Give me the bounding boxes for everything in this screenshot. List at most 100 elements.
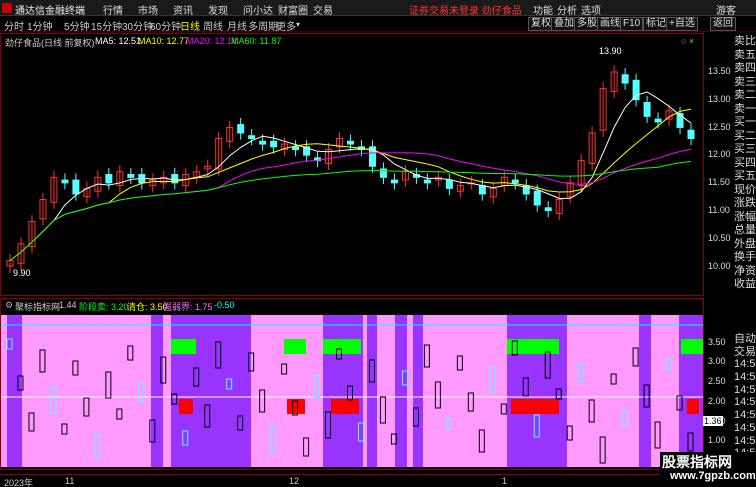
candle-body [632, 79, 640, 101]
quote-field-label: 净资 [734, 264, 756, 277]
candle-body [445, 179, 453, 189]
period-more[interactable]: 更多 [276, 18, 296, 33]
candle-body [687, 129, 695, 140]
price-axis-label: 10.00 [708, 261, 731, 271]
price-chart[interactable]: 劲仔食品(日线 前复权) MA5: 12.51 MA10: 12.77 MA20… [0, 33, 704, 296]
trade-log-entry: 交易 [734, 345, 756, 358]
period-15min[interactable]: 15分钟 [91, 18, 122, 33]
high-price-mark: 13.90 [599, 46, 622, 56]
trade-log-entry: 自动 [734, 333, 756, 345]
quote-field-label: 收益 [734, 278, 756, 290]
quote-field-label: 卖二 [734, 89, 756, 101]
right-menu: 功能 分析 选项 [533, 2, 605, 17]
quote-field-label: 卖五 [734, 48, 756, 61]
trade-log-entry: 14:50 [734, 434, 756, 447]
indicator-sell-band [171, 339, 196, 354]
period-30min[interactable]: 30分钟 [122, 18, 153, 33]
candle-body [72, 179, 80, 195]
app-logo-icon [2, 3, 12, 13]
quote-field-label: 卖一 [734, 102, 756, 115]
candle-body [533, 190, 541, 206]
back-button[interactable]: 返回 [710, 17, 736, 31]
login-alert[interactable]: 证券交易未登录 劲仔食品 [409, 2, 522, 17]
date-label: 11 [65, 476, 75, 486]
quote-field-label: 卖三 [734, 75, 756, 88]
period-toolbar: 分时 1分钟 5分钟 15分钟 30分钟 60分钟 日线 周线 月线 多周期 更… [0, 17, 756, 33]
trade-log-entry: 14:50 [734, 358, 756, 371]
price-axis-label: 10.50 [708, 233, 731, 243]
period-multi[interactable]: 多周期 [248, 18, 278, 33]
quote-field-label: 总量 [734, 224, 756, 236]
candle-body [643, 101, 651, 117]
f10-button[interactable]: F10 [620, 17, 644, 31]
price-axis-label: 13.00 [708, 94, 731, 104]
indicator-axis-label: 2.50 [708, 376, 726, 386]
indicator-clear-band [179, 399, 193, 414]
indicator-value: : 1.44 [54, 300, 77, 310]
guest-label[interactable]: 游客 [716, 2, 736, 17]
menu-analysis[interactable]: 分析 [557, 2, 581, 17]
indicator-sell-band [284, 339, 306, 354]
candle-body [621, 74, 629, 84]
indicator-chart[interactable]: ⚙ 聚标指标网 : 1.44 阶段卖: 3.20 清仓: 3.50 强弱界: 1… [0, 298, 704, 470]
period-60min[interactable]: 60分钟 [150, 18, 181, 33]
period-monthly[interactable]: 月线 [227, 18, 247, 33]
menu-options[interactable]: 选项 [581, 2, 605, 17]
period-weekly[interactable]: 周线 [203, 18, 223, 33]
indicator-phase-band [507, 315, 567, 467]
indicator-phase-band [367, 315, 377, 467]
watermark-title: 股票指标网 [662, 454, 732, 470]
more-arrow-icon[interactable]: ▾ [296, 20, 300, 29]
menu-discover[interactable]: 发现 [208, 2, 243, 17]
quote-field-label: 换手 [734, 251, 756, 263]
quote-field-label: 卖比 [734, 35, 756, 47]
quote-field-label: 买二 [734, 129, 756, 142]
indicator-clear-band [511, 399, 559, 414]
low-price-mark: 9.90 [13, 268, 31, 278]
indicator-settings-icon[interactable]: ⚙ [5, 300, 13, 311]
indicator-phase-band [413, 315, 423, 467]
menu-quotes[interactable]: 行情 [103, 2, 138, 17]
trade-log-entry: 14:50 [734, 421, 756, 434]
indicator-phase-band [323, 315, 363, 467]
date-label: 12 [289, 476, 300, 486]
price-axis-label: 13.50 [708, 66, 731, 76]
trade-log-entry: 14:50 [734, 396, 756, 409]
add-watchlist-button[interactable]: +自选 [666, 17, 698, 31]
title-bar: 通达信金融终端 行情 市场 资讯 发现 问小达 财富圈 交易 证券交易未登录 劲… [0, 0, 756, 17]
period-5min[interactable]: 5分钟 [64, 18, 90, 33]
menu-market[interactable]: 市场 [138, 2, 173, 17]
candle-body [511, 179, 519, 184]
indicator-param-offset: -0.50 [214, 300, 235, 310]
candle-body [248, 135, 256, 140]
price-axis-label: 12.00 [708, 149, 731, 159]
candle-body [105, 174, 113, 184]
candle-body [347, 140, 355, 145]
indicator-current-marker: 1.36 [703, 416, 723, 426]
quote-field-label: 卖四 [734, 62, 756, 74]
menu-wealth[interactable]: 财富圈 [278, 2, 313, 17]
indicator-axis-label: 1.00 [708, 435, 726, 445]
period-tick[interactable]: 分时 [4, 18, 24, 33]
quote-panel: 卖比 卖五 卖四 卖三 卖二 卖一 买一 买二 买三 买四 买五 现价 涨跌 涨幅 总量 外盘 换手 净资 收益 [734, 35, 756, 305]
candle-body [127, 174, 135, 178]
menu-ask[interactable]: 问小达 [243, 2, 278, 17]
period-daily[interactable]: 日线 [180, 18, 200, 33]
candle-body [544, 207, 552, 212]
date-axis: 2023年 11 12 1 [0, 474, 704, 487]
quote-field-label: 外盘 [734, 237, 756, 250]
menu-news[interactable]: 资讯 [173, 2, 208, 17]
date-label: 2023年 [4, 478, 34, 487]
period-1min[interactable]: 1分钟 [27, 18, 53, 33]
indicator-axis-label: 3.50 [708, 337, 726, 347]
candle-body [390, 179, 398, 184]
watermark-url: www.7gpzb.com [670, 470, 756, 482]
indicator-axis-label: 2.00 [708, 396, 726, 406]
site-watermark: 股票指标网 www.7gpzb.com [660, 452, 756, 487]
menu-functions[interactable]: 功能 [533, 2, 557, 17]
indicator-phase-band [7, 315, 22, 467]
menu-trade[interactable]: 交易 [313, 2, 348, 17]
candle-body [292, 146, 300, 151]
price-axis-label: 12.50 [708, 122, 731, 132]
quote-field-label: 现价 [734, 183, 756, 196]
